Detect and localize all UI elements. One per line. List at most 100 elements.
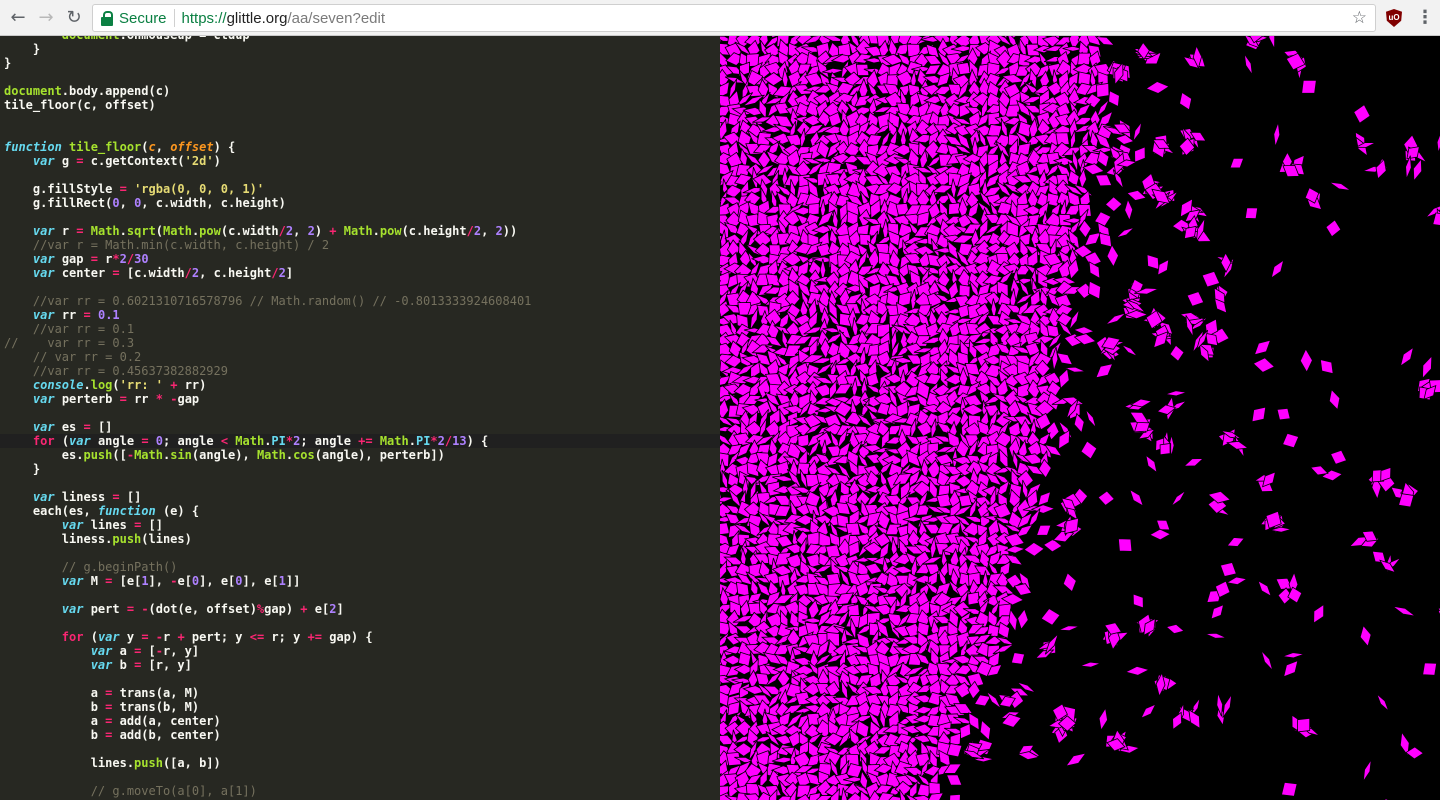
code-token: add(a, center) [112,714,221,728]
code-line[interactable]: //var rr = 0.45637382882929 [4,364,531,378]
code-token: 0.1 [97,308,120,322]
code-line[interactable] [4,168,531,182]
code-line[interactable]: } [4,42,531,56]
code-line[interactable]: // var rr = 0.3 [4,336,531,350]
scattered-tile [1104,196,1123,213]
code-line[interactable]: function tile_floor(c, offset) { [4,140,531,154]
code-line[interactable] [4,672,531,686]
code-token: // g.beginPath() [4,560,178,574]
code-line[interactable]: //var rr = 0.1 [4,322,531,336]
code-token: = [126,602,135,616]
code-line[interactable]: // g.beginPath() [4,560,531,574]
code-line[interactable]: var lines = [] [4,518,531,532]
scattered-tile [1422,662,1438,676]
code-line[interactable]: var a = [-r, y] [4,644,531,658]
code-line[interactable]: var center = [c.width/2, c.height/2] [4,266,531,280]
code-line[interactable]: var b = [r, y] [4,658,531,672]
code-line[interactable]: tile_floor(c, offset) [4,98,531,112]
code-token: + [329,224,337,238]
code-token: 2 [278,266,286,280]
code-token: 30 [134,252,149,266]
code-line[interactable]: g.fillRect(0, 0, c.width, c.height) [4,196,531,210]
code-line[interactable]: var es = [] [4,420,531,434]
code-line[interactable]: } [4,462,531,476]
back-button[interactable]: ← [6,6,30,30]
code-line[interactable]: var g = c.getContext('2d') [4,154,531,168]
scattered-tile [1325,219,1342,238]
scattered-tile [1132,593,1144,609]
code-line[interactable]: b = add(b, center) [4,728,531,742]
tile [946,774,963,786]
code-line[interactable]: var gap = r*2/30 [4,252,531,266]
code-line[interactable]: var r = Math.sqrt(Math.pow(c.width/2, 2)… [4,224,531,238]
code-line[interactable]: g.fillStyle = 'rgba(0, 0, 0, 1)' [4,182,531,196]
code-line[interactable]: //var rr = 0.6021310716578796 // Math.ra… [4,294,532,308]
code-line[interactable]: // g.moveTo(a[0], a[1]) [4,784,531,798]
code-token: liness [54,490,113,504]
code-line[interactable] [4,476,531,490]
address-bar[interactable]: Secure https://glittle.org/aa/seven?edit… [92,4,1376,32]
star-icon[interactable]: ☆ [1352,8,1367,28]
tile [808,202,820,216]
code-line[interactable] [4,112,531,126]
code-line[interactable] [4,546,531,560]
code-token: e[ [177,574,192,588]
scattered-tile [1124,665,1151,676]
scattered-tile [1145,454,1158,474]
code-line[interactable] [4,210,531,224]
scattered-tile [1065,752,1087,767]
vertical-dots-icon[interactable]: ⋮ [1416,9,1434,27]
scattered-tile [1145,81,1170,94]
code-line[interactable]: for (var angle = 0; angle < Math.PI*2; a… [4,434,531,448]
code-line[interactable]: console.log('rr: ' + rr) [4,378,531,392]
url-scheme: https:// [181,9,227,27]
code-line[interactable]: each(es, function (e) { [4,504,531,518]
code-line[interactable]: var pert = -(dot(e, offset)%gap) + e[2] [4,602,531,616]
code-line[interactable]: a = trans(a, M) [4,686,531,700]
code-line[interactable] [4,616,531,630]
scattered-tile [1412,157,1423,182]
scattered-tile [1165,390,1187,397]
code-line[interactable]: liness.push(lines) [4,532,531,546]
code-line[interactable]: var liness = [] [4,490,531,504]
code-line[interactable] [4,770,531,784]
scattered-tile [1115,227,1135,239]
code-line[interactable]: a = add(a, center) [4,714,531,728]
code-content[interactable]: document.onmouseup = ctdup }} document.b… [4,36,531,798]
code-line[interactable] [4,406,531,420]
code-line[interactable]: // var rr = 0.2 [4,350,531,364]
code-line[interactable]: } [4,56,531,70]
code-line[interactable] [4,126,531,140]
code-token: 2 [495,224,503,238]
code-line[interactable] [4,588,531,602]
canvas-output[interactable] [720,36,1440,800]
code-token: [ [141,644,156,658]
code-line[interactable]: lines.push([a, b]) [4,756,531,770]
code-token: //var rr = 0.45637382882929 [4,364,228,378]
code-line[interactable] [4,742,531,756]
code-line[interactable]: document.body.append(c) [4,84,531,98]
code-line[interactable]: var rr = 0.1 [4,308,531,322]
code-line[interactable]: var perterb = rr * -gap [4,392,531,406]
scattered-tile [1282,432,1300,449]
code-line[interactable]: es.push([-Math.sin(angle), Math.cos(angl… [4,448,531,462]
scattered-tile [1040,607,1061,626]
code-line[interactable] [4,280,531,294]
reload-button[interactable]: ↻ [62,6,86,30]
forward-button[interactable]: → [34,6,58,30]
code-token: ( [155,224,164,238]
code-line[interactable] [4,70,531,84]
code-line[interactable]: //var r = Math.min(c.width, c.height) / … [4,238,531,252]
code-token: PI [415,434,431,448]
ublock-origin-icon[interactable]: uO [1386,9,1402,27]
scattered-tile [1301,80,1317,94]
code-line[interactable]: var M = [e[1], -e[0], e[0], e[1]] [4,574,531,588]
code-token: Math [343,224,373,238]
code-editor[interactable]: document.onmouseup = ctdup }} document.b… [0,36,720,800]
code-line[interactable]: for (var y = -r + pert; y <= r; y += gap… [4,630,531,644]
code-token: //var rr = 0.1 [4,322,135,336]
code-line[interactable]: b = trans(b, M) [4,700,531,714]
